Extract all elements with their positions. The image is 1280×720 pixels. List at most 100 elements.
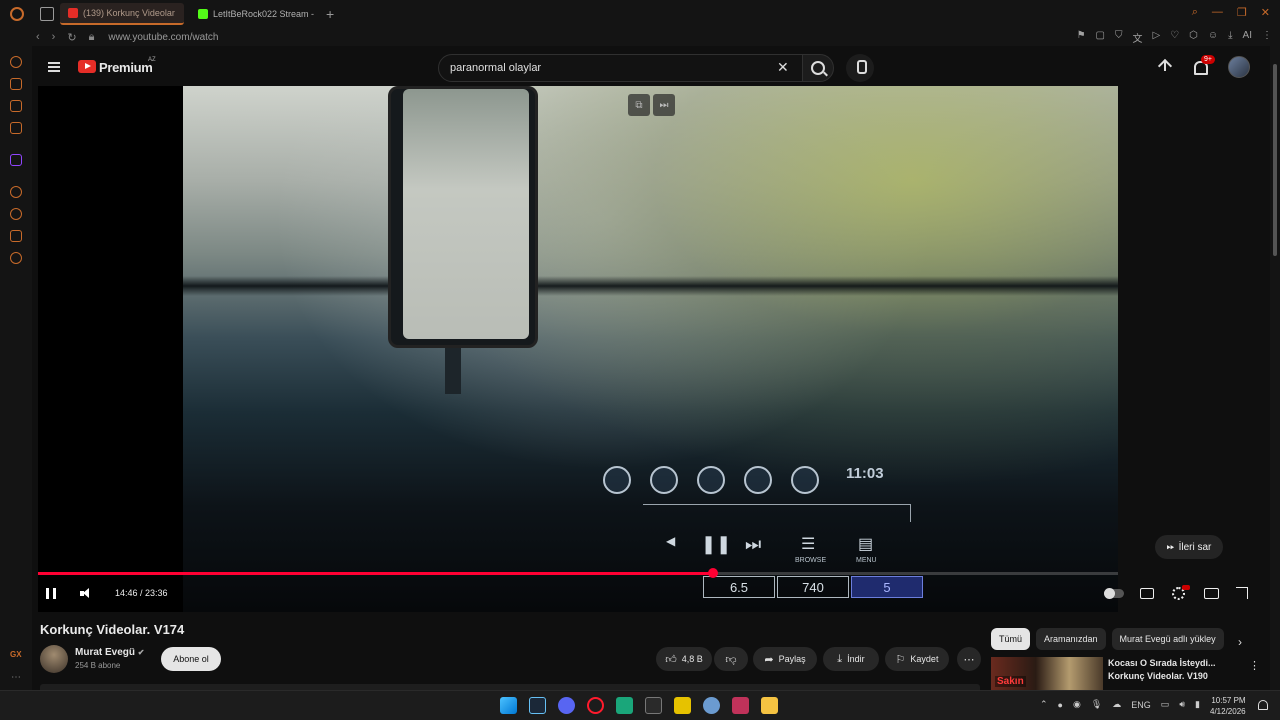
like-button[interactable]: 👍︎ 4,8 B [656,647,712,671]
scrollbar-thumb[interactable] [1273,64,1277,256]
epic-games-icon[interactable] [645,697,662,714]
tray-app-icon[interactable]: ● [1058,700,1063,710]
rockstar-icon[interactable] [674,697,691,714]
miniplayer-icon[interactable]: ⧉ [628,94,650,116]
tab-youtube[interactable]: (139) Korkunç Videolar [60,3,184,25]
messenger-icon[interactable] [10,122,22,134]
theater-mode-icon[interactable] [1204,588,1219,599]
progress-scrubber[interactable] [707,568,718,578]
recommendation-thumbnail[interactable]: Sakın [991,657,1103,690]
voice-search-button[interactable] [846,54,874,82]
close-window-button[interactable]: ✕ [1261,6,1270,19]
download-icon[interactable]: ⤓ [1228,30,1232,45]
clear-search-icon[interactable]: ✕ [777,59,789,76]
shield-icon[interactable]: ⛉ [1115,30,1123,45]
more-actions-button[interactable]: ⋯ [957,647,981,671]
save-button[interactable]: ⚐ Kaydet [885,647,949,671]
back-button[interactable]: ‹ [36,31,40,44]
gx-control-icon[interactable] [10,78,22,90]
steam-icon[interactable] [529,697,546,714]
tray-expand-icon[interactable]: ⌃ [1040,699,1048,710]
dislike-button[interactable]: 👎︎ [714,647,748,671]
ai-button[interactable]: AI [1243,30,1252,45]
create-upload-icon[interactable] [1158,59,1172,75]
windows-start-icon[interactable] [500,697,517,714]
profile-icon[interactable]: ☺ [1208,30,1218,45]
maximize-button[interactable]: ❐ [1237,6,1247,19]
volume-icon[interactable] [80,588,92,599]
sidebar-more-icon[interactable]: ⋯ [11,672,21,683]
skip-forward-button[interactable]: ⏩︎ İleri sar [1155,535,1223,559]
battery-icon[interactable]: ▮ [1195,699,1200,710]
extensions-icon[interactable]: ⬡ [1189,30,1198,45]
minimize-button[interactable]: — [1212,6,1223,19]
hud-phone-icon [650,466,678,494]
phone-mount-stem [445,348,461,394]
history-icon[interactable] [10,208,22,220]
hud-apps-icon [791,466,819,494]
snapshot-icon[interactable]: ▢ [1096,30,1105,45]
chevron-right-icon[interactable]: › [1238,635,1242,649]
subtitles-icon[interactable] [1140,588,1154,599]
tab-manager-icon[interactable] [40,7,54,21]
video-frame[interactable]: ⧉ ⏭ 11:03 ◀ ❚❚ ⏭ ☰ BROWSE ▤ MENU 6.5 740… [183,86,1118,612]
reload-button[interactable]: ↻ [67,31,76,44]
user-avatar[interactable] [1228,56,1250,78]
translate-icon[interactable]: 文 [1133,30,1143,45]
subscribe-button[interactable]: Abone ol [161,647,221,671]
chat-app-icon[interactable] [616,697,633,714]
opera-taskbar-icon[interactable] [587,697,604,714]
menu-icon[interactable]: ⋮ [1262,30,1272,45]
file-explorer-icon[interactable] [761,697,778,714]
clock-time: 10:57 PM [1211,696,1246,705]
twitch-icon[interactable] [10,154,22,166]
bookmark-icon[interactable]: ⚑ [1077,30,1086,45]
network-icon[interactable]: ▭ [1161,699,1170,710]
hamburger-menu-icon[interactable] [48,62,60,72]
channel-name[interactable]: Murat Evegü ✔ [75,647,145,658]
recommendation-menu-icon[interactable]: ⋮ [1249,659,1260,672]
new-tab-button[interactable]: + [326,6,334,22]
tray-share-icon[interactable]: ☁ [1112,699,1121,710]
youtube-logo-icon[interactable] [78,60,96,73]
video-player[interactable]: ⧉ ⏭ 11:03 ◀ ❚❚ ⏭ ☰ BROWSE ▤ MENU 6.5 740… [38,86,1118,612]
extensions-sidebar-icon[interactable] [10,230,22,242]
youtube-brand[interactable]: Premium [99,60,153,75]
progress-bar[interactable] [38,568,1118,578]
url-field[interactable]: www.youtube.com/watch [108,32,218,43]
download-button[interactable]: ⤓ İndir [823,647,879,671]
opera-logo-icon[interactable] [10,7,24,21]
chip-all[interactable]: Tümü [991,628,1031,650]
tray-steam-icon[interactable]: ◉ [1073,699,1081,710]
page-scrollbar[interactable] [1270,46,1280,690]
discord-icon[interactable] [558,697,575,714]
channel-avatar[interactable] [40,645,68,673]
language-indicator[interactable]: ENG [1131,700,1151,710]
notifications-bell-icon[interactable]: 9+ [1192,55,1215,75]
tray-mic-icon[interactable]: 🎙︎ [1091,699,1102,710]
share-button[interactable]: ➦ Paylaş [753,647,817,671]
chip-from-search[interactable]: Aramanızdan [1036,628,1106,650]
forward-button[interactable]: › [52,31,56,44]
notification-center-icon[interactable] [1258,700,1268,710]
pause-icon[interactable] [46,588,56,599]
next-video-icon[interactable]: ⏭ [653,94,675,116]
app-dzl-icon[interactable] [732,697,749,714]
taskbar-clock[interactable]: 10:57 PM 4/12/2026 [1210,695,1246,717]
search-input[interactable]: paranormal olaylar [438,54,810,82]
chip-channel-uploads[interactable]: Murat Evegü adlı yükley [1111,628,1224,650]
browser-app-icon[interactable] [703,697,720,714]
tab-kick-stream[interactable]: LetItBeRock022 Stream - [190,3,318,25]
player-icon[interactable]: ▷ [1153,30,1161,45]
fullscreen-icon[interactable] [1236,587,1248,599]
speed-dial-icon[interactable] [10,56,22,68]
recommendation-title[interactable]: Kocası O Sırada İsteydi... Korkunç Video… [1108,657,1238,683]
speaker-icon[interactable]: 🔊︎ [1179,699,1185,710]
settings-sidebar-icon[interactable] [10,252,22,264]
heart-icon[interactable]: ♡ [1170,30,1179,45]
news-icon[interactable] [10,100,22,112]
player-sidebar-icon[interactable] [10,186,22,198]
autoplay-toggle[interactable] [1104,588,1124,599]
search-button[interactable] [802,54,834,82]
search-tabs-icon[interactable]: ⌕ [1192,6,1198,19]
